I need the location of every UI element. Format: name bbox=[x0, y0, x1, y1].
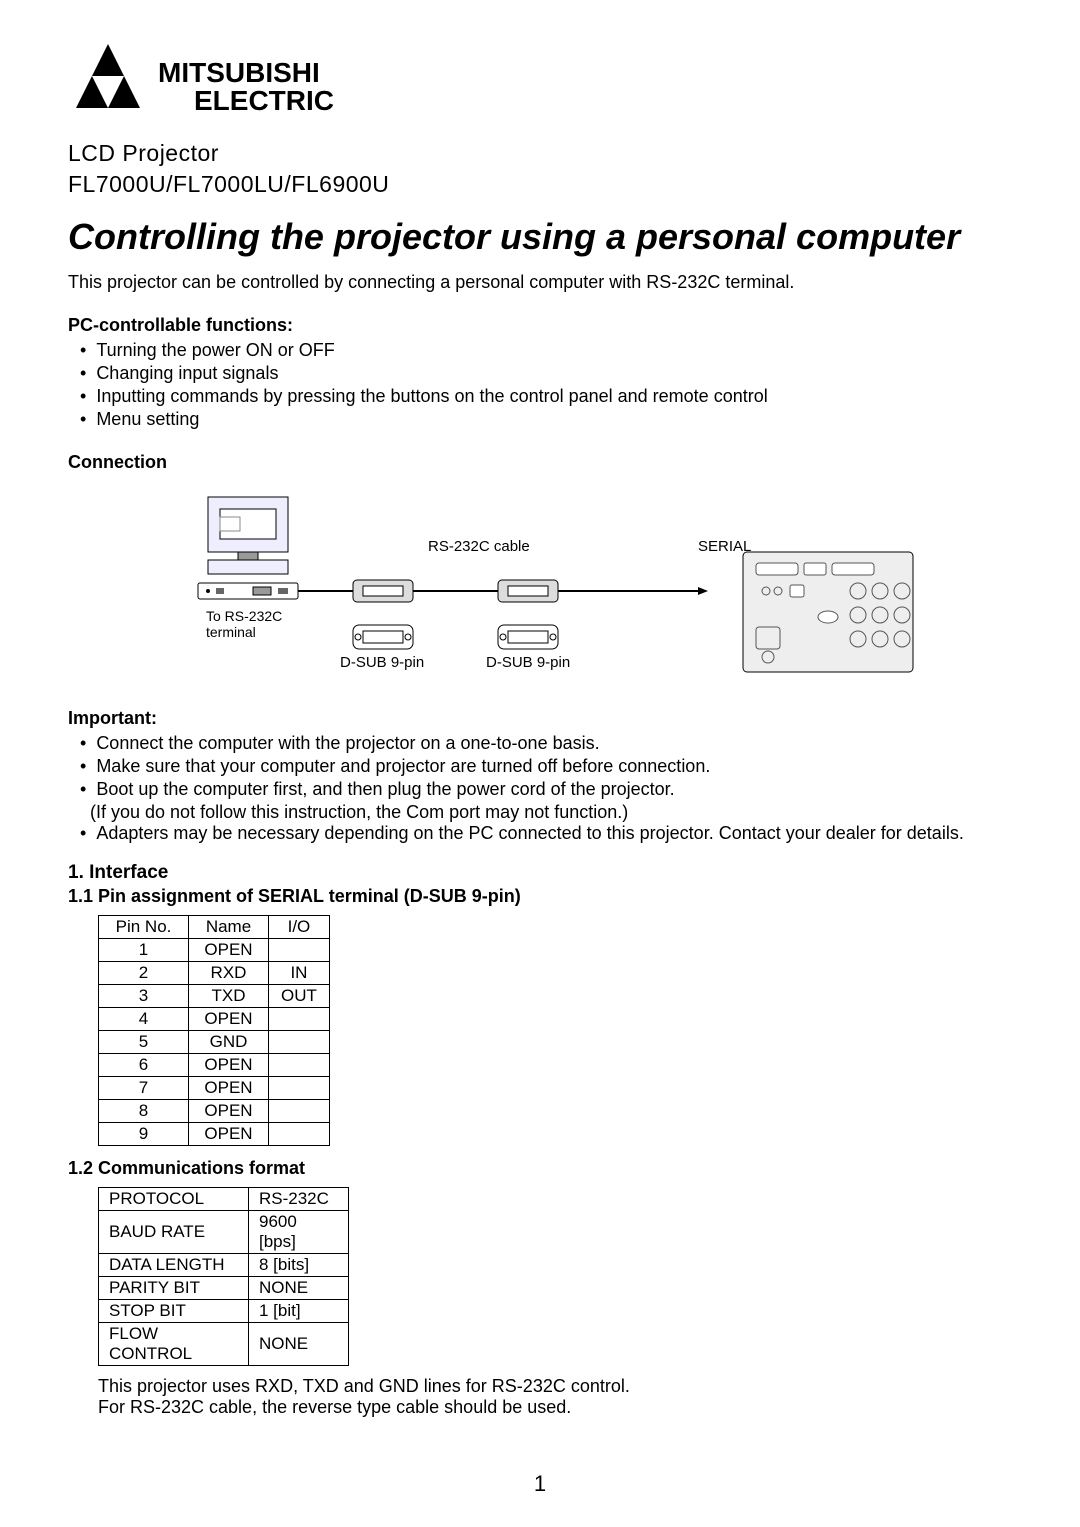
pin-assignment-table: Pin No. Name I/O 1OPEN 2RXDIN 3TXDOUT 4O… bbox=[98, 915, 330, 1146]
col-header: Pin No. bbox=[99, 916, 189, 939]
section-interface-heading: 1. Interface bbox=[68, 862, 1012, 884]
table-row: PROTOCOLRS-232C bbox=[99, 1188, 349, 1211]
table-row: 8OPEN bbox=[99, 1100, 330, 1123]
label-dsub9-left: D-SUB 9-pin bbox=[340, 654, 424, 671]
table-row: DATA LENGTH8 [bits] bbox=[99, 1254, 349, 1277]
table-header-row: Pin No. Name I/O bbox=[99, 916, 330, 939]
intro-text: This projector can be controlled by conn… bbox=[68, 272, 1012, 293]
table-row: BAUD RATE9600 [bps] bbox=[99, 1211, 349, 1254]
label-serial: SERIAL bbox=[698, 538, 751, 555]
comm-note-line1: This projector uses RXD, TXD and GND lin… bbox=[98, 1376, 1012, 1397]
brand-logo-area: MITSUBISHI ELECTRIC bbox=[68, 40, 1012, 130]
list-item: Adapters may be necessary depending on t… bbox=[80, 823, 1012, 844]
table-row: 1OPEN bbox=[99, 939, 330, 962]
important-list: Connect the computer with the projector … bbox=[68, 733, 1012, 800]
label-dsub9-right: D-SUB 9-pin bbox=[486, 654, 570, 671]
connection-diagram-svg: RS-232C cable SERIAL To RS-232C terminal… bbox=[148, 487, 928, 687]
list-item: Turning the power ON or OFF bbox=[80, 340, 1012, 361]
section-important-heading: Important: bbox=[68, 708, 1012, 729]
col-header: Name bbox=[189, 916, 269, 939]
pc-functions-list: Turning the power ON or OFF Changing inp… bbox=[68, 340, 1012, 430]
connection-diagram: RS-232C cable SERIAL To RS-232C terminal… bbox=[68, 487, 1012, 692]
section-pc-functions-heading: PC-controllable functions: bbox=[68, 315, 1012, 336]
table-row: 5GND bbox=[99, 1031, 330, 1054]
brand-text-top: MITSUBISHI bbox=[158, 57, 320, 88]
section-1-1-heading: 1.1 Pin assignment of SERIAL terminal (D… bbox=[68, 886, 1012, 907]
table-row: FLOW CONTROLNONE bbox=[99, 1323, 349, 1366]
page-number: 1 bbox=[534, 1471, 546, 1497]
product-type: LCD Projector bbox=[68, 140, 1012, 167]
comm-note-line2: For RS-232C cable, the reverse type cabl… bbox=[98, 1397, 1012, 1418]
model-numbers: FL7000U/FL7000LU/FL6900U bbox=[68, 171, 1012, 198]
important-subnote: (If you do not follow this instruction, … bbox=[68, 802, 1012, 823]
list-item: Changing input signals bbox=[80, 363, 1012, 384]
table-row: 2RXDIN bbox=[99, 962, 330, 985]
label-rs232c-cable: RS-232C cable bbox=[428, 538, 530, 555]
list-item: Connect the computer with the projector … bbox=[80, 733, 1012, 754]
brand-text-bottom: ELECTRIC bbox=[194, 85, 334, 116]
table-row: 9OPEN bbox=[99, 1123, 330, 1146]
table-row: PARITY BITNONE bbox=[99, 1277, 349, 1300]
col-header: I/O bbox=[269, 916, 330, 939]
section-1-2-heading: 1.2 Communications format bbox=[68, 1158, 1012, 1179]
important-list-cont: Adapters may be necessary depending on t… bbox=[68, 823, 1012, 844]
table-row: 6OPEN bbox=[99, 1054, 330, 1077]
label-to-rs232c-l2: terminal bbox=[206, 624, 256, 640]
list-item: Make sure that your computer and project… bbox=[80, 756, 1012, 777]
table-row: 3TXDOUT bbox=[99, 985, 330, 1008]
comm-format-table: PROTOCOLRS-232C BAUD RATE9600 [bps] DATA… bbox=[98, 1187, 349, 1366]
list-item: Inputting commands by pressing the butto… bbox=[80, 386, 1012, 407]
table-row: 7OPEN bbox=[99, 1077, 330, 1100]
section-connection-heading: Connection bbox=[68, 452, 1012, 473]
table-row: 4OPEN bbox=[99, 1008, 330, 1031]
list-item: Boot up the computer first, and then plu… bbox=[80, 779, 1012, 800]
label-to-rs232c-l1: To RS-232C bbox=[206, 608, 282, 624]
table-row: STOP BIT1 [bit] bbox=[99, 1300, 349, 1323]
list-item: Menu setting bbox=[80, 409, 1012, 430]
mitsubishi-logo: MITSUBISHI ELECTRIC bbox=[68, 40, 358, 130]
page-title: Controlling the projector using a person… bbox=[68, 216, 1012, 258]
